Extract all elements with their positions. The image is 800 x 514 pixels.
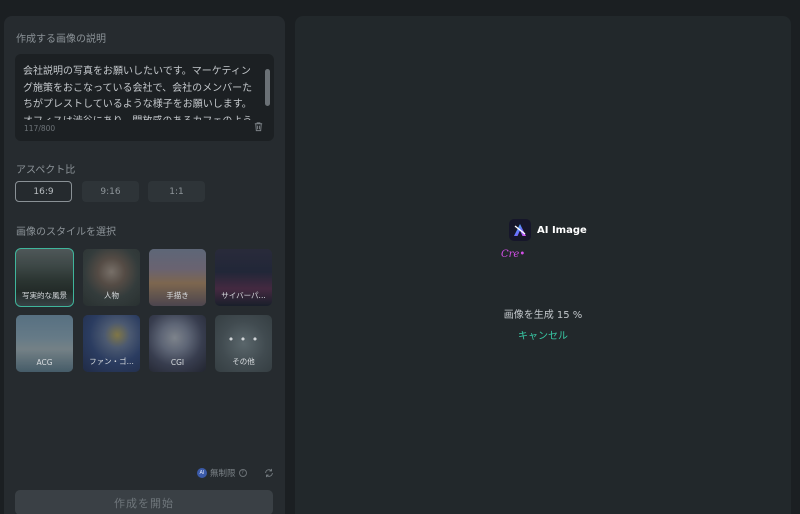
generation-progress-text: 画像を生成 15 % [503,310,583,321]
style-card-hand-drawn[interactable]: 手描き [149,249,206,306]
description-input[interactable]: 会社説明の写真をお願いしたいです。マーケティング施策をおこなっている会社で、会社… [15,54,274,141]
aspect-16-9-button[interactable]: 16:9 [15,181,72,202]
style-label-cgi: CGI [170,358,185,367]
more-dots-icon: • • • [227,333,260,346]
aspect-9-16-button[interactable]: 9:16 [82,181,139,202]
style-label-realistic: 写実的な風景 [22,291,67,300]
style-label-van-gogh: ファン・ゴ... [89,357,134,366]
ai-image-logo-icon [509,219,531,241]
refresh-icon[interactable] [264,468,274,478]
style-card-realistic-landscape[interactable]: 写実的な風景 [15,248,74,307]
start-generation-button[interactable]: 作成を開始 [15,490,273,514]
description-label: 作成する画像の説明 [16,34,106,45]
aspect-ratio-label: アスペクト比 [16,165,76,176]
ai-credit-icon: AI [197,468,207,478]
style-card-other[interactable]: • • • その他 [215,315,272,372]
generator-settings-panel: 作成する画像の説明 会社説明の写真をお願いしたいです。マーケティング施策をおこな… [4,16,285,514]
style-label-portrait: 人物 [104,291,119,300]
style-label-acg: ACG [36,358,53,367]
app-name: AI Image [537,224,587,236]
style-label-hand-drawn: 手描き [166,291,189,300]
style-label-other: その他 [232,357,255,366]
creating-animation-text: Cre• [501,249,526,260]
style-card-portrait[interactable]: 人物 [83,249,140,306]
style-card-cgi[interactable]: CGI [149,315,206,372]
quota-indicator: AI 無制限 ? [197,467,247,479]
description-scrollbar[interactable] [265,69,270,106]
style-card-acg[interactable]: ACG [16,315,73,372]
aspect-1-1-button[interactable]: 1:1 [148,181,205,202]
trash-icon[interactable] [253,121,264,132]
style-card-van-gogh[interactable]: ファン・ゴ... [83,315,140,372]
help-icon[interactable]: ? [238,469,247,477]
app-branding: AI Image [509,219,587,241]
cancel-button[interactable]: キャンセル [295,327,791,342]
description-text[interactable]: 会社説明の写真をお願いしたいです。マーケティング施策をおこなっている会社で、会社… [23,64,257,120]
style-label: 画像のスタイルを選択 [16,227,116,238]
style-label-cyberpunk: サイバーパ... [221,291,266,300]
style-card-cyberpunk[interactable]: サイバーパ... [215,249,272,306]
generation-preview-panel: AI Image Cre• 画像を生成 15 % キャンセル [295,16,791,514]
character-count: 117/800 [24,124,56,133]
quota-text: 無制限 [210,469,236,479]
